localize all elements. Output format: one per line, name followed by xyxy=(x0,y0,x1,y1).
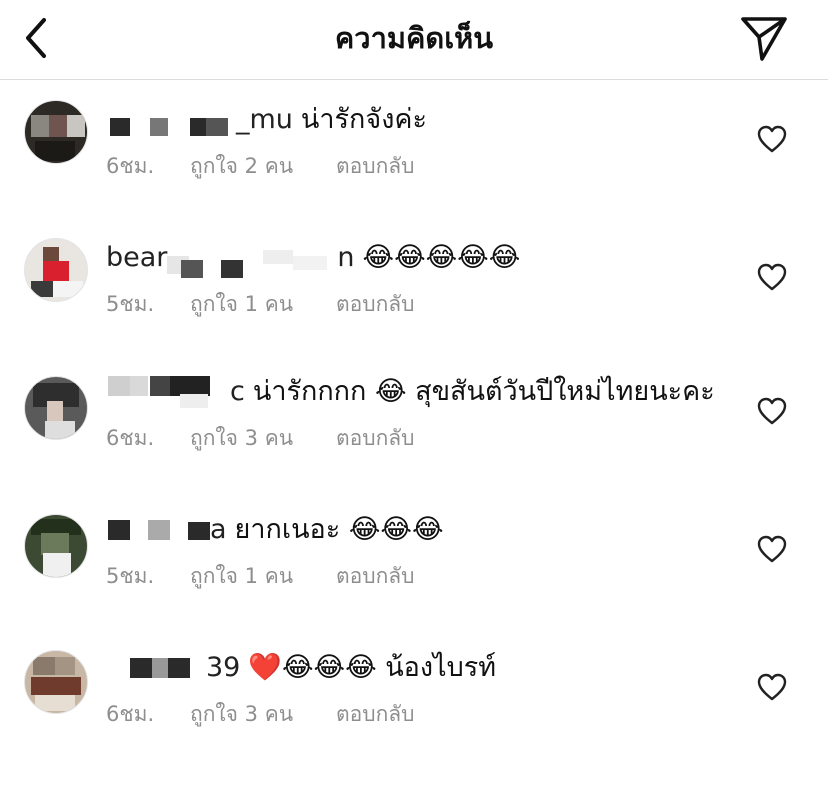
username-redacted[interactable] xyxy=(106,100,236,140)
comment-line: 39 ❤️😂😂😂 น้องไบรท์ xyxy=(106,648,496,688)
like-button[interactable] xyxy=(756,396,788,426)
heart-icon xyxy=(757,673,787,701)
reply-button[interactable]: ตอบกลับ xyxy=(336,422,415,454)
comment-time: 6ชม. xyxy=(106,426,155,450)
comment-meta: 6ชม. ถูกใจ 2 คน ตอบกลับ xyxy=(106,150,415,182)
comment-text: ยากเนอะ 😂😂😂 xyxy=(234,514,444,545)
likes-count[interactable]: ถูกใจ 1 คน xyxy=(190,288,336,320)
avatar[interactable] xyxy=(24,514,88,578)
comment-text: น่ารักจังค่ะ xyxy=(300,104,427,135)
comment-line: a ยากเนอะ 😂😂😂 xyxy=(106,510,444,550)
comment-item: c น่ารักกกก 😂 สุขสันต์วันปีใหม่ไทยนะคะ 6ช… xyxy=(0,372,828,510)
comment-time: 6ชม. xyxy=(106,154,155,178)
comment-line: bear n 😂😂😂😂😂 xyxy=(106,238,520,278)
paper-plane-icon xyxy=(741,17,787,61)
likes-count[interactable]: ถูกใจ 3 คน xyxy=(190,422,336,454)
comment-line: _mu น่ารักจังค่ะ xyxy=(106,100,427,140)
comment-item: a ยากเนอะ 😂😂😂 5ชม. ถูกใจ 1 คน ตอบกลับ xyxy=(0,510,828,648)
heart-icon xyxy=(757,263,787,291)
heart-icon xyxy=(757,397,787,425)
username-visible[interactable]: a xyxy=(210,514,227,545)
reply-button[interactable]: ตอบกลับ xyxy=(336,150,415,182)
comment-text: น่ารักกกก 😂 สุขสันต์วันปีใหม่ไทยนะคะ xyxy=(252,376,715,407)
username-redacted[interactable] xyxy=(106,648,206,688)
comment-item: _mu น่ารักจังค่ะ 6ชม. ถูกใจ 2 คน ตอบกลับ xyxy=(0,100,828,238)
username-redacted[interactable] xyxy=(106,372,230,412)
like-button[interactable] xyxy=(756,124,788,154)
username-visible[interactable]: bear xyxy=(106,242,167,273)
comment-line: c น่ารักกกก 😂 สุขสันต์วันปีใหม่ไทยนะคะ xyxy=(106,372,715,412)
like-button[interactable] xyxy=(756,262,788,292)
likes-count[interactable]: ถูกใจ 1 คน xyxy=(190,560,336,592)
comment-item: bear n 😂😂😂😂😂 5ชม. ถูกใจ 1 คน ตอบกลับ xyxy=(0,238,828,376)
avatar[interactable] xyxy=(24,650,88,714)
comment-text: 😂😂😂😂😂 xyxy=(362,242,521,273)
avatar[interactable] xyxy=(24,100,88,164)
heart-icon xyxy=(757,535,787,563)
username-redacted[interactable] xyxy=(106,510,210,550)
username-visible[interactable]: _mu xyxy=(236,104,293,135)
comment-time: 5ชม. xyxy=(106,292,155,316)
avatar[interactable] xyxy=(24,376,88,440)
likes-count[interactable]: ถูกใจ 3 คน xyxy=(190,698,336,730)
comment-meta: 6ชม. ถูกใจ 3 คน ตอบกลับ xyxy=(106,422,415,454)
like-button[interactable] xyxy=(756,534,788,564)
comment-meta: 5ชม. ถูกใจ 1 คน ตอบกลับ xyxy=(106,288,415,320)
comment-time: 6ชม. xyxy=(106,702,155,726)
reply-button[interactable]: ตอบกลับ xyxy=(336,560,415,592)
heart-icon xyxy=(757,125,787,153)
reply-button[interactable]: ตอบกลับ xyxy=(336,698,415,730)
username-visible[interactable]: c xyxy=(230,376,245,407)
avatar[interactable] xyxy=(24,238,88,302)
username-redacted[interactable] xyxy=(167,238,337,278)
comment-item: 39 ❤️😂😂😂 น้องไบรท์ 6ชม. ถูกใจ 3 คน ตอบกลับ xyxy=(0,648,828,786)
like-button[interactable] xyxy=(756,672,788,702)
comment-time: 5ชม. xyxy=(106,564,155,588)
page-title: ความคิดเห็น xyxy=(334,21,494,55)
likes-count[interactable]: ถูกใจ 2 คน xyxy=(190,150,336,182)
share-button[interactable] xyxy=(738,12,790,64)
username-visible-end[interactable]: n xyxy=(337,242,354,273)
username-visible[interactable]: 39 xyxy=(206,652,240,683)
header-bar: ความคิดเห็น xyxy=(0,0,828,80)
comment-meta: 5ชม. ถูกใจ 1 คน ตอบกลับ xyxy=(106,560,415,592)
reply-button[interactable]: ตอบกลับ xyxy=(336,288,415,320)
comment-text: ❤️😂😂😂 น้องไบรท์ xyxy=(248,652,497,683)
comment-meta: 6ชม. ถูกใจ 3 คน ตอบกลับ xyxy=(106,698,415,730)
